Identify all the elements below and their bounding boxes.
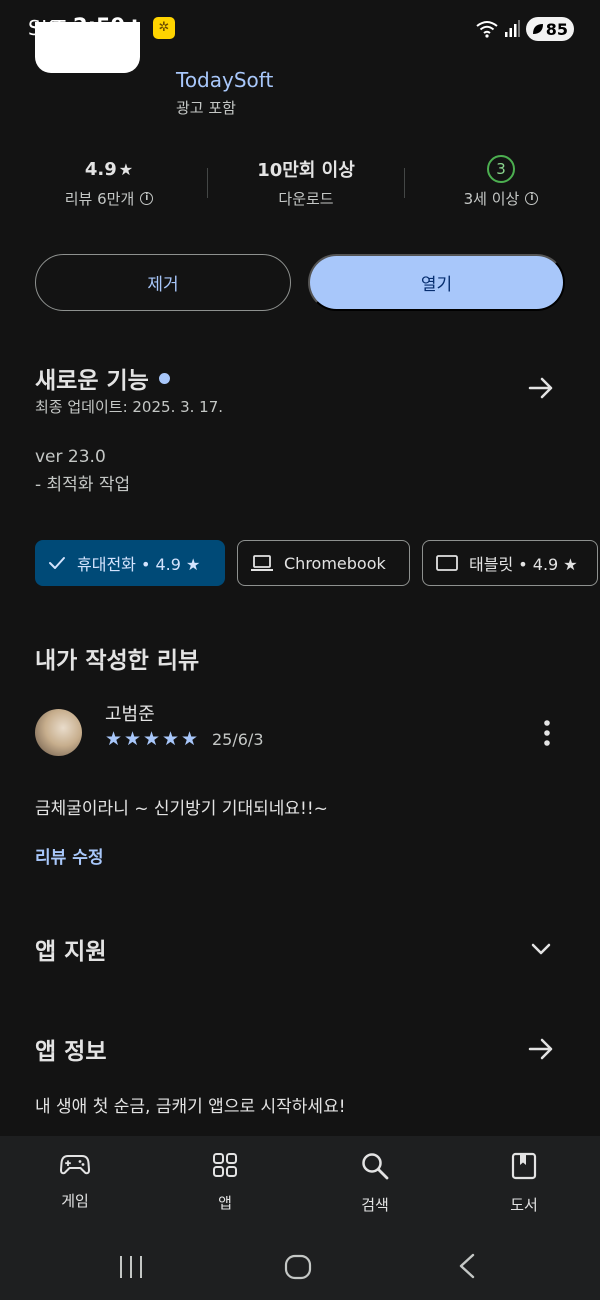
whats-new-header[interactable]: 새로운 기능 [35, 361, 170, 395]
chip-tablet[interactable]: 태블릿 • 4.9 ★ [422, 540, 598, 586]
chip-phone[interactable]: 휴대전화 • 4.9 ★ [35, 540, 225, 586]
review-date: 25/6/3 [212, 729, 264, 749]
app-info-header[interactable]: 앱 정보 [35, 1032, 107, 1066]
chip-label: Chromebook [284, 553, 386, 573]
apps-grid-icon [213, 1153, 237, 1177]
my-review-title: 내가 작성한 리뷰 [35, 648, 200, 674]
rating-value: 4.9 [84, 158, 117, 180]
whats-new-title: 새로운 기능 [35, 368, 149, 394]
rating-stat[interactable]: 4.9 ★ 리뷰 6만개 i [50, 150, 168, 209]
battery-level: 85 [545, 19, 568, 39]
check-icon [49, 557, 65, 569]
nav-label: 도서 [510, 1196, 538, 1214]
chip-label: 휴대전화 • 4.9 ★ [77, 555, 201, 574]
divider [207, 168, 208, 198]
age-rating-stat[interactable]: 3 3세 이상 i [448, 150, 554, 209]
age-rating-badge: 3 [487, 155, 515, 183]
downloads-value: 10만회 이상 [257, 160, 355, 181]
notification-app-icon: ✲ [153, 17, 175, 39]
nav-label: 게임 [61, 1192, 89, 1210]
chevron-down-icon[interactable] [526, 934, 556, 964]
review-stars: ★ ★ ★ ★ ★ 25/6/3 [105, 728, 264, 750]
ads-notice: 광고 포함 [176, 99, 236, 117]
more-vert-icon[interactable] [537, 718, 557, 748]
arrow-right-icon[interactable] [526, 1034, 556, 1064]
divider [404, 168, 405, 198]
age-rating-label: 3세 이상 [463, 190, 520, 208]
star-icon: ★ [143, 728, 161, 750]
nav-label: 검색 [361, 1196, 389, 1214]
app-title-clipped [178, 28, 498, 50]
app-description: 내 생애 첫 순금, 금캐기 앱으로 시작하세요! [35, 1097, 346, 1117]
release-note-line: ver 23.0 [35, 447, 106, 467]
nav-label: 앱 [218, 1194, 232, 1212]
review-text: 금체굴이라니 ~ 신기방기 기대되네요!!~ [35, 799, 328, 819]
chip-label: 태블릿 • 4.9 ★ [469, 555, 578, 574]
home-icon[interactable] [284, 1254, 312, 1280]
edit-review-link[interactable]: 리뷰 수정 [35, 843, 103, 868]
laptop-icon [251, 555, 273, 571]
signal-icon [504, 20, 520, 37]
search-icon [362, 1153, 389, 1180]
star-icon: ★ [105, 728, 123, 750]
star-icon: ★ [124, 728, 142, 750]
star-icon: ★ [162, 728, 180, 750]
app-icon [35, 22, 140, 73]
rating-label: 리뷰 6만개 [64, 190, 135, 208]
release-note-line: - 최적화 작업 [35, 475, 131, 495]
downloads-label: 다운로드 [278, 190, 334, 208]
star-icon: ★ [181, 728, 199, 750]
nav-books[interactable]: 도서 [474, 1152, 574, 1215]
app-stats: 4.9 ★ 리뷰 6만개 i 10만회 이상 다운로드 3 3세 이상 i [0, 150, 600, 220]
open-button[interactable]: 열기 [308, 254, 565, 311]
chip-chromebook[interactable]: Chromebook [237, 540, 410, 586]
avatar [35, 709, 82, 756]
info-icon: i [525, 192, 539, 205]
system-navigation-bar [0, 1236, 600, 1300]
recent-apps-icon[interactable] [118, 1254, 144, 1280]
nav-games[interactable]: 게임 [25, 1152, 125, 1211]
nav-search[interactable]: 검색 [325, 1152, 425, 1215]
info-icon: i [140, 192, 154, 205]
back-icon[interactable] [455, 1252, 479, 1280]
book-icon [511, 1152, 537, 1180]
downloads-stat: 10만회 이상 다운로드 [240, 150, 372, 209]
tablet-icon [436, 555, 458, 571]
nav-apps[interactable]: 앱 [175, 1152, 275, 1213]
new-indicator-dot [158, 373, 170, 384]
uninstall-button[interactable]: 제거 [35, 254, 291, 311]
last-updated: 최종 업데이트: 2025. 3. 17. [35, 398, 224, 416]
bottom-navigation: 게임 앱 검색 도서 [0, 1136, 600, 1236]
gamepad-icon [60, 1155, 90, 1175]
developer-link[interactable]: TodaySoft [176, 68, 273, 92]
release-notes: ver 23.0 - 최적화 작업 [35, 443, 130, 499]
battery-indicator: 85 [525, 17, 574, 41]
arrow-right-icon[interactable] [526, 373, 556, 403]
app-support-header[interactable]: 앱 지원 [35, 932, 107, 966]
reviewer-name: 고범준 [105, 704, 155, 725]
star-icon: ★ [118, 159, 134, 179]
leaf-icon [532, 24, 543, 34]
